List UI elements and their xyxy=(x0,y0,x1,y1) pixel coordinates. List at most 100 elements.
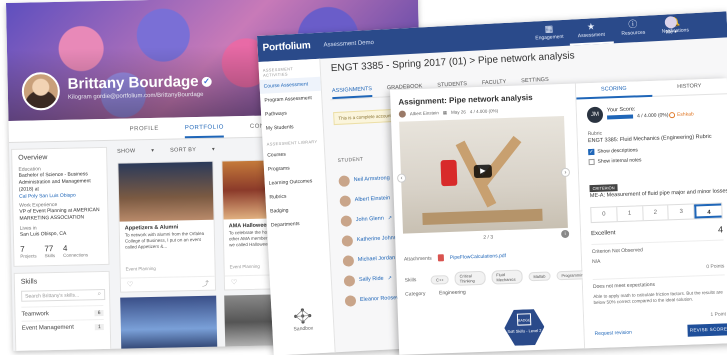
category-row: Category Engineering xyxy=(405,289,466,297)
attachment-link[interactable]: PipeFlowCalculations.pdf xyxy=(450,253,506,261)
student-name[interactable]: Michael Jordan xyxy=(358,255,396,263)
student-name[interactable]: Sally Ride xyxy=(359,276,384,283)
external-link-icon[interactable]: ↗ xyxy=(387,275,392,281)
selected-level-score: 4 xyxy=(717,224,724,235)
avatar: JM xyxy=(586,106,604,124)
list-item[interactable]: Sally Ride ↗ xyxy=(343,269,392,289)
portfolio-card-thumbnail[interactable] xyxy=(120,295,218,351)
show-filter-label: SHOW xyxy=(117,148,136,155)
sort-filter[interactable]: SORT BY ▾ xyxy=(170,147,215,154)
work-text: VP of Event Planning at AMERICAN MARKETI… xyxy=(19,207,100,222)
skill-badge[interactable]: BADGE Soft Skills - Level 2 xyxy=(504,307,545,348)
avatar xyxy=(343,274,356,287)
show-descriptions-toggle[interactable]: ✓ Show descriptions xyxy=(588,147,638,156)
level-option-0[interactable]: 0 xyxy=(591,207,618,223)
divider xyxy=(592,274,725,281)
stat-connections[interactable]: 4 Connections xyxy=(63,243,88,258)
portfolio-card[interactable]: Appetizers & Alumni To network with alum… xyxy=(117,160,217,293)
meta-score: 4 / 4.000 (0%) xyxy=(469,108,499,115)
badge-icon: BADGE xyxy=(517,313,531,325)
heart-icon[interactable]: ♡ xyxy=(231,278,237,287)
level-option-3[interactable]: 3 xyxy=(668,204,695,220)
level-option-4[interactable]: 4 xyxy=(694,203,722,219)
status-ring-icon xyxy=(668,112,676,119)
share-icon[interactable]: ⤴ xyxy=(202,279,209,288)
show-filter[interactable]: SHOW ▾ xyxy=(117,148,154,155)
list-item[interactable]: Albert Einstein↗ xyxy=(339,189,399,210)
skills-search-input[interactable]: Search Brittany's skills... ⌕ xyxy=(21,288,106,302)
education-text: Bachelor of Science - Business Administr… xyxy=(18,171,91,193)
portfolio-card-description: To network with alumni from the Orfalea … xyxy=(124,230,205,250)
next-slide-button[interactable]: › xyxy=(560,167,571,178)
user-menu[interactable]: Me ▾ xyxy=(661,16,682,36)
stat-skills[interactable]: 77 Skills xyxy=(44,244,55,258)
education-school-link[interactable]: Cal Poly San Luis Obispo xyxy=(19,192,101,200)
tab-profile[interactable]: PROFILE xyxy=(129,118,159,140)
checkbox-unchecked[interactable] xyxy=(588,158,595,166)
student-name[interactable]: John Glenn xyxy=(356,216,384,223)
project-photo-can xyxy=(440,159,458,187)
list-item[interactable]: Neil Armstrong↗ xyxy=(338,169,398,190)
revise-score-button[interactable]: REVISE SCORE xyxy=(687,323,727,337)
skills-search-placeholder: Search Brittany's skills... xyxy=(25,292,80,300)
stat-value: 77 xyxy=(44,244,54,254)
avatar xyxy=(341,234,354,247)
tab-portfolio[interactable]: PORTFOLIO xyxy=(184,116,225,139)
skill-tag[interactable]: Matlab xyxy=(528,271,551,281)
skill-row-event-management[interactable]: Event Management 1 xyxy=(21,319,104,335)
avatar xyxy=(342,254,355,267)
student-name[interactable]: Albert Einstein xyxy=(355,195,391,203)
checkbox-label: Show descriptions xyxy=(597,147,638,155)
nav-assessment[interactable]: ★ Assessment xyxy=(568,20,614,46)
media-counter: 2 / 3 xyxy=(483,234,494,241)
list-item[interactable]: John Glenn ↗ xyxy=(340,209,392,230)
nav-resources[interactable]: ⓘ Resources xyxy=(611,18,656,37)
play-button[interactable]: ▶ xyxy=(473,164,493,179)
avatar xyxy=(338,174,350,187)
student-column-header: STUDENT xyxy=(337,156,364,164)
external-link-icon[interactable]: ↗ xyxy=(388,215,393,221)
portfolio-card-category: Event Planning xyxy=(125,265,156,272)
sandbox-label: Sandbox xyxy=(293,325,314,333)
sort-filter-label: SORT BY xyxy=(170,147,197,154)
checkbox-checked[interactable]: ✓ xyxy=(588,148,595,156)
show-internal-notes-toggle[interactable]: Show internal notes xyxy=(588,157,642,166)
level-option-1[interactable]: 1 xyxy=(617,206,644,222)
nav-engagement[interactable]: ▦ Engagement xyxy=(527,23,572,42)
tab-history[interactable]: HISTORY xyxy=(651,78,727,97)
brand-subtitle: Assessment Demo xyxy=(323,39,375,49)
student-name[interactable]: Neil Armstrong xyxy=(354,175,390,183)
portfolio-card-thumbnail[interactable] xyxy=(118,161,214,222)
portfolio-card-footer: ♡ ⤴ xyxy=(120,275,216,292)
tab-scoring[interactable]: SCORING xyxy=(575,80,652,100)
meta-date: May 26 xyxy=(451,109,466,115)
avatar xyxy=(339,194,352,207)
divider xyxy=(591,239,724,246)
nav-label: Resources xyxy=(621,29,646,37)
skill-tag[interactable]: C++ xyxy=(430,274,449,285)
rubric-label: Rubric xyxy=(587,130,603,138)
brand-logo[interactable]: Portfolium xyxy=(262,40,311,53)
request-revision-link[interactable]: Request revision xyxy=(595,330,632,337)
sandbox-link[interactable]: Sandbox xyxy=(289,307,316,332)
nav-label: Assessment xyxy=(577,31,606,40)
tab-assignments[interactable]: ASSIGNMENTS xyxy=(331,82,373,100)
skill-tag[interactable]: Fluid Mechanics xyxy=(491,269,523,285)
skill-name: Teamwork xyxy=(21,310,49,318)
checkbox-label: Show internal notes xyxy=(597,157,642,165)
meta-student[interactable]: Albert Einstein xyxy=(410,110,439,116)
search-icon[interactable]: ⌕ xyxy=(98,291,102,298)
attachments-row: Attachments PipeFlowCalculations.pdf xyxy=(404,252,506,263)
portfolio-filters: SHOW ▾ SORT BY ▾ xyxy=(117,146,229,155)
stat-projects[interactable]: 7 Projects xyxy=(20,244,37,259)
media-viewer[interactable]: ▶ xyxy=(399,115,568,234)
status-text: Eshkab xyxy=(676,111,694,118)
level-option-2[interactable]: 2 xyxy=(642,205,670,221)
heart-icon[interactable]: ♡ xyxy=(127,280,133,289)
list-item[interactable]: Michael Jordan↗ xyxy=(342,249,403,270)
skill-tag[interactable]: Critical Thinking xyxy=(454,270,486,286)
pdf-icon xyxy=(437,254,445,262)
sidebar-item-departments[interactable]: Departments xyxy=(267,216,329,233)
skill-name: Event Management xyxy=(21,324,74,332)
avatar xyxy=(398,110,406,118)
